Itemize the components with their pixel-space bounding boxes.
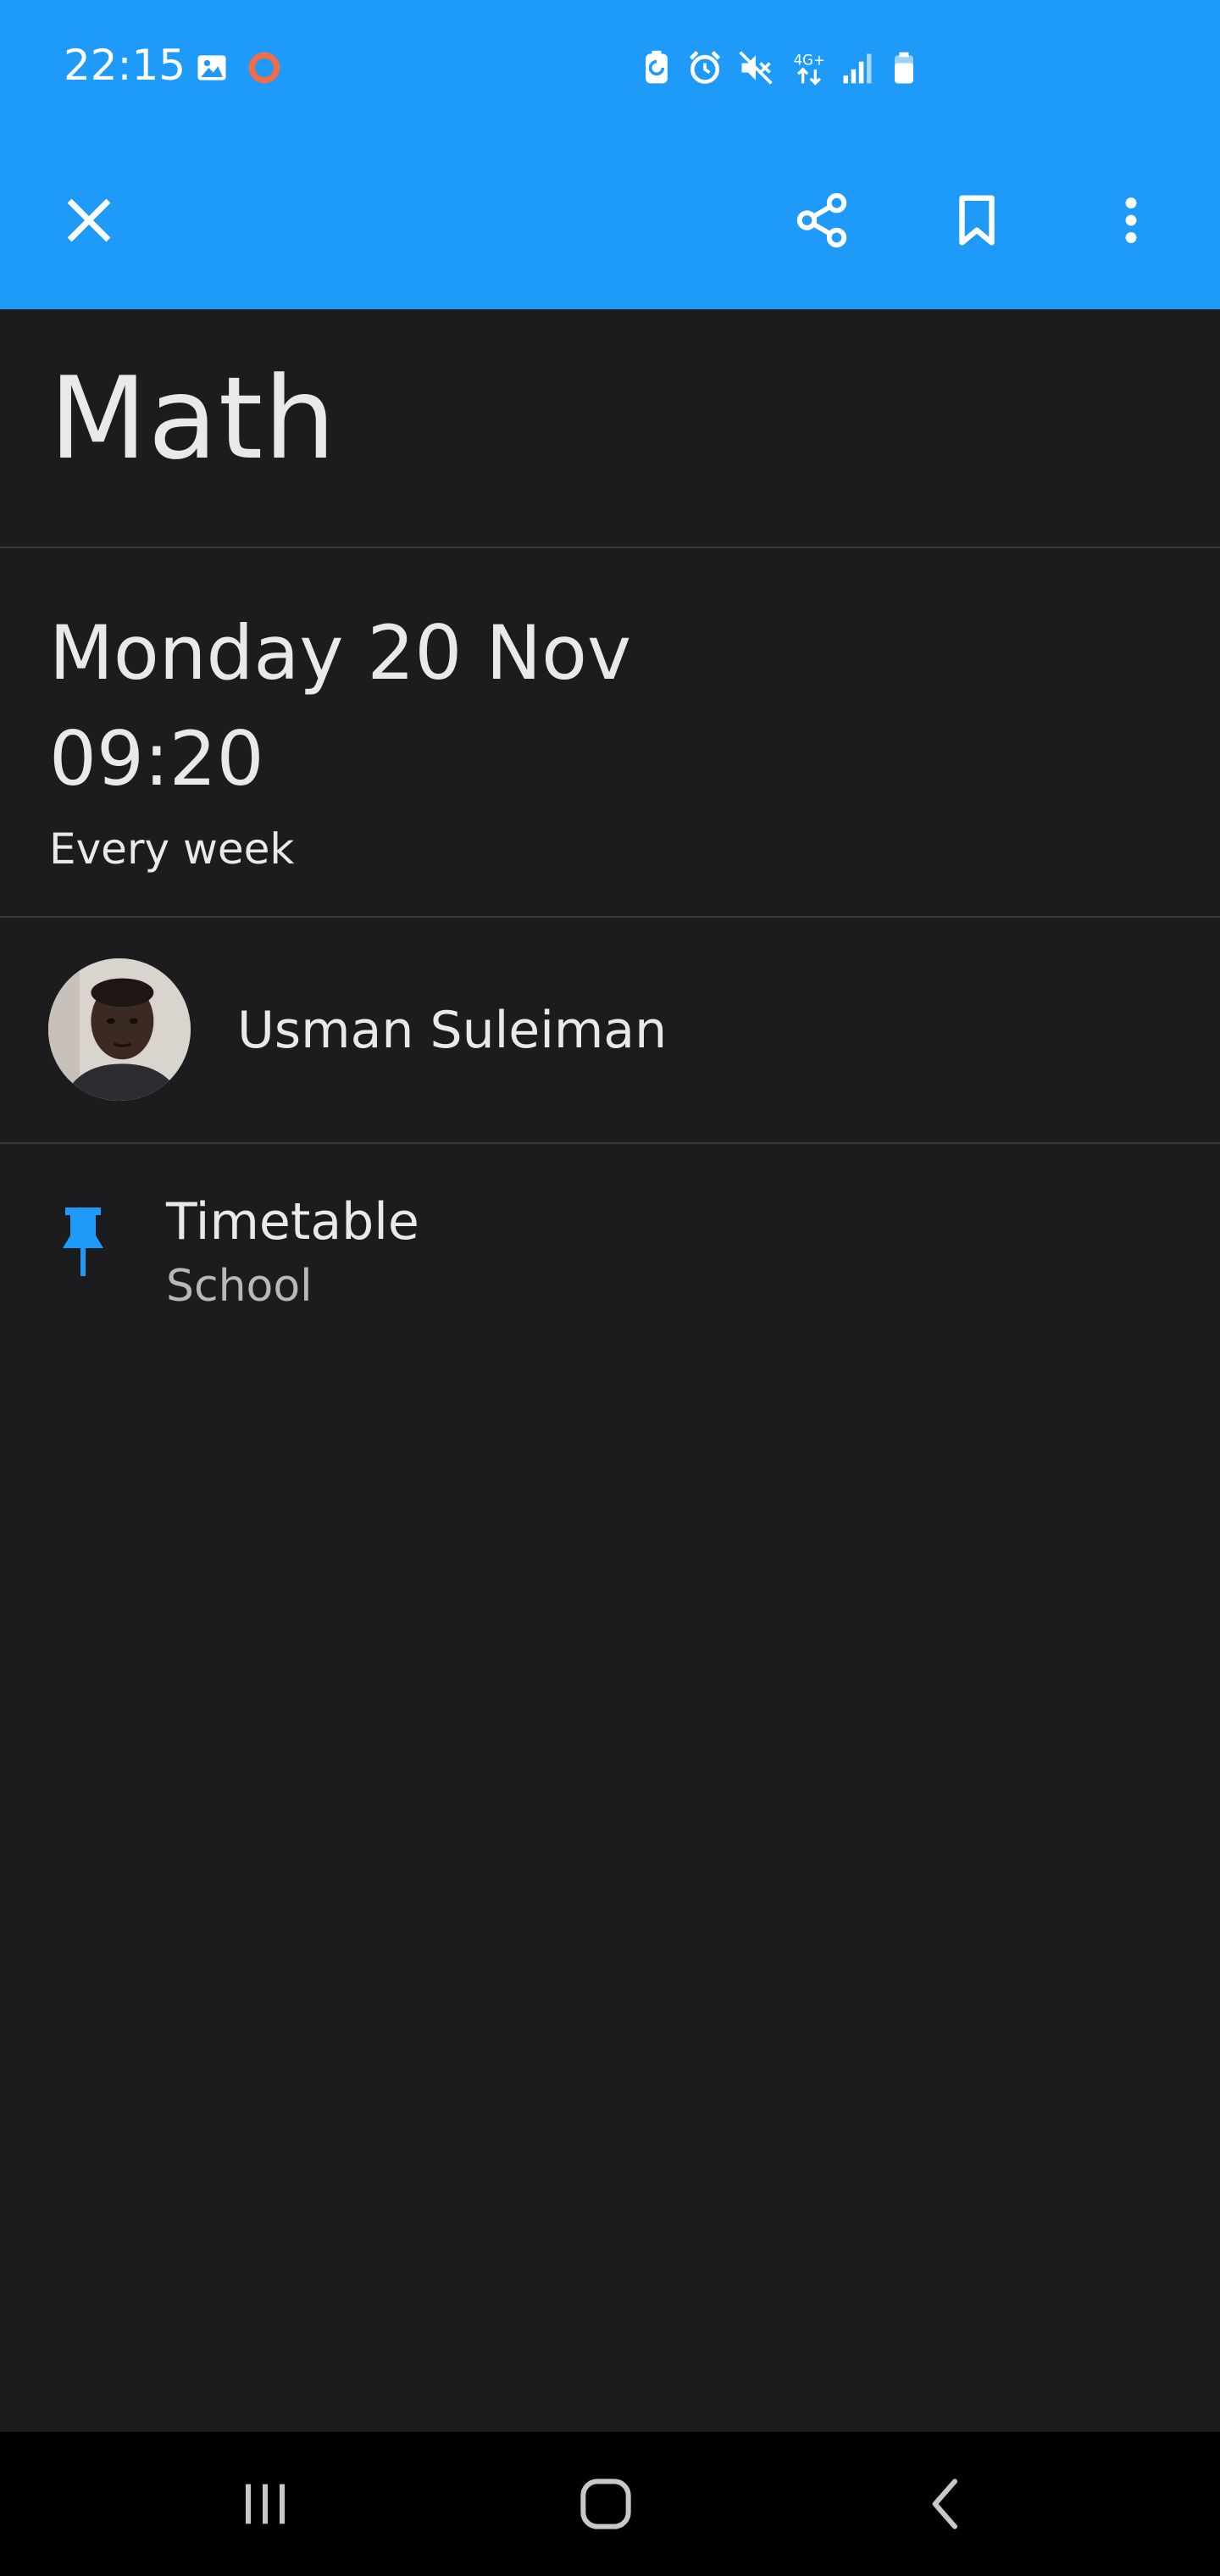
- more-vertical-icon: [1125, 197, 1137, 243]
- more-options-button[interactable]: [1089, 178, 1173, 263]
- recent-apps-button[interactable]: [223, 2462, 308, 2546]
- back-button[interactable]: [904, 2462, 989, 2546]
- bookmark-button[interactable]: [934, 178, 1019, 263]
- signal-icon: [839, 49, 876, 86]
- battery-icon: [885, 49, 923, 86]
- recent-apps-icon: [246, 2484, 285, 2524]
- event-title: Math: [49, 353, 337, 485]
- battery-saver-icon: [638, 49, 675, 86]
- organizer-row[interactable]: Usman Suleiman: [0, 918, 1220, 1144]
- share-button[interactable]: [779, 178, 864, 263]
- avatar: [48, 958, 191, 1101]
- record-icon: [246, 49, 283, 86]
- svg-text:4G+: 4G+: [794, 52, 825, 68]
- datetime-section[interactable]: Monday 20 Nov 09:20 Every week: [0, 548, 1220, 918]
- header: 22:15 4G+: [0, 0, 1220, 309]
- home-icon: [580, 2479, 631, 2529]
- calendar-account: School: [166, 1261, 313, 1312]
- bookmark-icon: [959, 195, 995, 246]
- event-date: Monday 20 Nov: [49, 609, 632, 697]
- close-icon: [67, 198, 111, 242]
- pin-icon: [53, 1205, 114, 1281]
- calendar-name: Timetable: [166, 1192, 419, 1252]
- status-bar: 22:15 4G+: [0, 0, 1220, 144]
- navigation-bar: [0, 2432, 1220, 2576]
- event-repeat: Every week: [49, 824, 295, 874]
- mute-icon: [737, 49, 774, 86]
- close-button[interactable]: [47, 178, 131, 263]
- gallery-icon: [193, 49, 230, 86]
- app-bar: [0, 144, 1220, 309]
- title-section: Math: [0, 309, 1220, 548]
- status-time: 22:15: [64, 41, 186, 90]
- calendar-row[interactable]: Timetable School: [0, 1144, 1220, 1347]
- back-icon: [932, 2479, 957, 2529]
- event-time: 09:20: [49, 715, 264, 802]
- alarm-icon: [686, 49, 724, 86]
- organizer-name: Usman Suleiman: [237, 1001, 668, 1060]
- share-icon: [796, 192, 847, 248]
- network-4g-icon: 4G+: [790, 49, 828, 86]
- home-button[interactable]: [563, 2462, 648, 2546]
